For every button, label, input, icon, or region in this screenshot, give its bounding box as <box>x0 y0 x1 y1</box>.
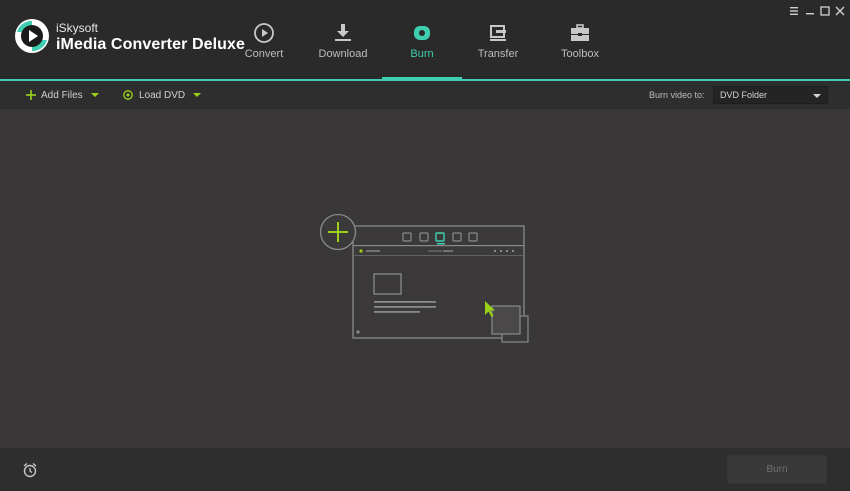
app-logo-icon <box>14 18 50 54</box>
header: iSkysoft iMedia Converter Deluxe Convert… <box>0 0 850 79</box>
tab-convert-label: Convert <box>244 48 284 60</box>
alarm-clock-icon[interactable] <box>22 462 38 478</box>
burn-button[interactable]: Burn <box>727 455 827 484</box>
maximize-icon[interactable] <box>819 4 831 16</box>
tab-transfer-label: Transfer <box>477 48 519 60</box>
burn-target-value: DVD Folder <box>720 90 768 100</box>
tab-toolbox-label: Toolbox <box>561 48 599 60</box>
convert-icon <box>253 22 275 44</box>
brand-product-name: iMedia Converter Deluxe <box>56 36 246 53</box>
chevron-down-icon <box>813 94 821 98</box>
burn-target-select[interactable]: DVD Folder <box>713 86 828 104</box>
add-files-illustration[interactable] <box>316 212 532 346</box>
menu-icon[interactable] <box>788 4 800 16</box>
tab-transfer[interactable]: Transfer <box>458 0 538 79</box>
burn-to-label: Burn video to: <box>649 90 705 100</box>
download-icon <box>332 22 354 44</box>
brand-company: iSkysoft <box>56 21 99 35</box>
minimize-icon[interactable] <box>804 4 816 16</box>
load-dvd-button[interactable]: Load DVD <box>123 81 202 109</box>
toolbox-icon <box>569 22 591 44</box>
add-files-label: Add Files <box>41 89 83 101</box>
burn-icon <box>411 22 433 44</box>
add-files-dropdown-icon[interactable] <box>90 93 99 97</box>
tab-burn[interactable]: Burn <box>382 0 462 79</box>
load-dvd-label: Load DVD <box>139 89 186 101</box>
disc-icon <box>123 90 133 100</box>
tab-toolbox[interactable]: Toolbox <box>540 0 620 79</box>
add-files-button[interactable]: Add Files <box>26 81 99 109</box>
tab-download-label: Download <box>318 48 368 60</box>
plus-icon <box>26 90 36 100</box>
close-icon[interactable] <box>834 4 846 16</box>
tab-burn-label: Burn <box>410 48 434 60</box>
transfer-icon <box>487 22 509 44</box>
tab-convert[interactable]: Convert <box>224 0 304 79</box>
load-dvd-dropdown-icon[interactable] <box>193 93 202 97</box>
tab-download[interactable]: Download <box>303 0 383 79</box>
bottom-bar <box>0 448 850 491</box>
